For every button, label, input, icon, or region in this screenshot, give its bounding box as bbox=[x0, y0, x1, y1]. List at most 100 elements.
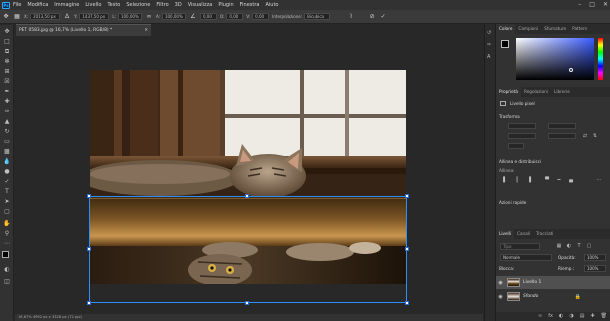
layer-name[interactable]: Livello 1 bbox=[523, 280, 541, 285]
menu-selezione[interactable]: Selezione bbox=[126, 2, 150, 8]
type-tool-icon[interactable]: T bbox=[2, 187, 12, 196]
hue-slider[interactable] bbox=[598, 38, 603, 80]
healing-tool-icon[interactable]: ✚ bbox=[2, 97, 12, 106]
menu-aiuto[interactable]: Aiuto bbox=[265, 2, 278, 8]
menu-modifica[interactable]: Modifica bbox=[27, 2, 48, 8]
filter-adjust-icon[interactable]: ◐ bbox=[566, 243, 572, 249]
align-bottom-icon[interactable]: ▄ bbox=[568, 177, 574, 183]
prop-h-field[interactable] bbox=[508, 133, 536, 139]
quick-actions-title[interactable]: Azioni rapide bbox=[499, 200, 526, 205]
menu-livello[interactable]: Livello bbox=[85, 2, 101, 8]
menu-finestra[interactable]: Finestra bbox=[240, 2, 260, 8]
transform-handle-left[interactable] bbox=[87, 247, 91, 251]
align-left-icon[interactable]: ▌ bbox=[502, 177, 508, 183]
more-tools-icon[interactable]: ⋯ bbox=[2, 239, 12, 248]
glyphs-icon[interactable]: A bbox=[487, 54, 494, 61]
tab-canali[interactable]: Canali bbox=[514, 229, 533, 239]
blur-tool-icon[interactable]: 💧 bbox=[2, 157, 12, 166]
transform-handle-right[interactable] bbox=[405, 247, 409, 251]
screen-mode-icon[interactable]: ◫ bbox=[2, 277, 12, 286]
eyedropper-tool-icon[interactable]: ✒ bbox=[2, 87, 12, 96]
quick-mask-icon[interactable]: ◐ bbox=[2, 265, 12, 274]
flip-vertical-icon[interactable]: ⇅ bbox=[592, 133, 598, 139]
quick-select-tool-icon[interactable]: ✻ bbox=[2, 57, 12, 66]
link-icon[interactable]: ∞ bbox=[145, 13, 153, 21]
mask-icon[interactable]: ◐ bbox=[559, 312, 563, 321]
minimize-icon[interactable]: – bbox=[578, 1, 581, 8]
filter-pixel-icon[interactable]: ▦ bbox=[556, 243, 562, 249]
dodge-tool-icon[interactable]: ● bbox=[2, 167, 12, 176]
interpolation-select[interactable]: Bicubica bbox=[304, 13, 331, 20]
close-tab-icon[interactable]: ✕ bbox=[144, 25, 148, 36]
prop-x-field[interactable] bbox=[548, 123, 576, 129]
foreground-color-swatch[interactable] bbox=[2, 251, 9, 258]
new-layer-icon[interactable]: ✚ bbox=[590, 312, 594, 321]
blend-mode-select[interactable]: Normale bbox=[500, 254, 552, 261]
filter-type-icon[interactable]: T bbox=[576, 243, 582, 249]
more-options-icon[interactable]: ⋯ bbox=[596, 177, 602, 183]
x-input[interactable]: 2013,50 px bbox=[30, 13, 61, 20]
layer-name[interactable]: Sfondo bbox=[523, 294, 538, 299]
eraser-tool-icon[interactable]: ▭ bbox=[2, 137, 12, 146]
group-icon[interactable]: ▤ bbox=[580, 312, 585, 321]
document-tab[interactable]: PET 0583.jpg @ 16,7% (Livello 1, RGB/8) … bbox=[16, 24, 151, 36]
tab-pattern[interactable]: Pattern bbox=[569, 24, 590, 34]
background-photo[interactable] bbox=[90, 70, 406, 196]
color-picker-marker[interactable] bbox=[569, 68, 573, 72]
link-layers-icon[interactable]: ∞ bbox=[538, 312, 542, 321]
height-input[interactable]: 100,00% bbox=[161, 13, 186, 20]
width-input[interactable]: 100,00% bbox=[117, 13, 142, 20]
transform-section-title[interactable]: Trasforma bbox=[499, 114, 520, 119]
transform-handle-bottom-right[interactable] bbox=[405, 301, 409, 305]
tab-sfumature[interactable]: Sfumature bbox=[541, 24, 569, 34]
frame-tool-icon[interactable]: ☒ bbox=[2, 77, 12, 86]
prop-angle-field[interactable] bbox=[508, 143, 524, 149]
move-tool-icon[interactable]: ✥ bbox=[2, 13, 10, 21]
history-brush-icon[interactable]: ↻ bbox=[2, 127, 12, 136]
transform-bounding-box[interactable] bbox=[87, 194, 409, 305]
menu-filtro[interactable]: Filtro bbox=[156, 2, 168, 8]
align-center-v-icon[interactable]: ━ bbox=[556, 177, 562, 183]
cancel-icon[interactable]: ⊘ bbox=[368, 13, 376, 21]
hand-tool-icon[interactable]: ✋ bbox=[2, 219, 12, 228]
brush-tool-icon[interactable]: ✑ bbox=[2, 107, 12, 116]
align-right-icon[interactable]: ▐ bbox=[526, 177, 532, 183]
transform-handle-top-left[interactable] bbox=[87, 194, 91, 198]
tab-regolazioni[interactable]: Regolazioni bbox=[521, 87, 551, 97]
stamp-tool-icon[interactable]: ▲ bbox=[2, 117, 12, 126]
flip-horizontal-icon[interactable]: ⇄ bbox=[582, 133, 588, 139]
zoom-tool-icon[interactable]: ⚲ bbox=[2, 229, 12, 238]
path-select-tool-icon[interactable]: ➤ bbox=[2, 197, 12, 206]
align-top-icon[interactable]: ▀ bbox=[544, 177, 550, 183]
prop-y-field[interactable] bbox=[548, 133, 576, 139]
v-skew-input[interactable]: 0,00 bbox=[252, 13, 270, 20]
move-tool-icon[interactable]: ✥ bbox=[2, 27, 12, 36]
panel-foreground-swatch[interactable] bbox=[501, 40, 509, 48]
h-skew-input[interactable]: 0,00 bbox=[226, 13, 244, 20]
transform-handle-bottom-left[interactable] bbox=[87, 301, 91, 305]
menu-visualizza[interactable]: Visualizza bbox=[188, 2, 213, 8]
tab-librerie[interactable]: Librerie bbox=[551, 87, 573, 97]
maximize-icon[interactable]: □ bbox=[589, 1, 595, 8]
commit-icon[interactable]: ✓ bbox=[379, 13, 387, 21]
fill-input[interactable]: 100% bbox=[584, 265, 606, 272]
crop-tool-icon[interactable]: ⊞ bbox=[2, 67, 12, 76]
tab-colore[interactable]: Colore bbox=[496, 24, 516, 34]
layer-filter-input[interactable]: Tipo bbox=[500, 243, 540, 250]
menu-3d[interactable]: 3D bbox=[175, 2, 182, 8]
menu-file[interactable]: File bbox=[13, 2, 21, 8]
menu-immagine[interactable]: Immagine bbox=[54, 2, 79, 8]
adjustment-icon[interactable]: ◑ bbox=[569, 312, 573, 321]
close-icon[interactable]: ✕ bbox=[603, 1, 608, 8]
visibility-eye-icon[interactable]: ◉ bbox=[496, 294, 505, 300]
menu-testo[interactable]: Testo bbox=[107, 2, 120, 8]
reference-point-icon[interactable]: ▦ bbox=[13, 13, 21, 21]
transform-handle-top-right[interactable] bbox=[405, 194, 409, 198]
angle-input[interactable]: 0,00 bbox=[199, 13, 217, 20]
align-center-h-icon[interactable]: ┃ bbox=[514, 177, 520, 183]
tab-tracciati[interactable]: Tracciati bbox=[533, 229, 556, 239]
tab-campioni[interactable]: Campioni bbox=[515, 24, 541, 34]
y-input[interactable]: 1437,50 px bbox=[79, 13, 110, 20]
filter-shape-icon[interactable]: ▢ bbox=[586, 243, 592, 249]
layer-row[interactable]: ◉ Sfondo 🔒 bbox=[496, 290, 610, 303]
